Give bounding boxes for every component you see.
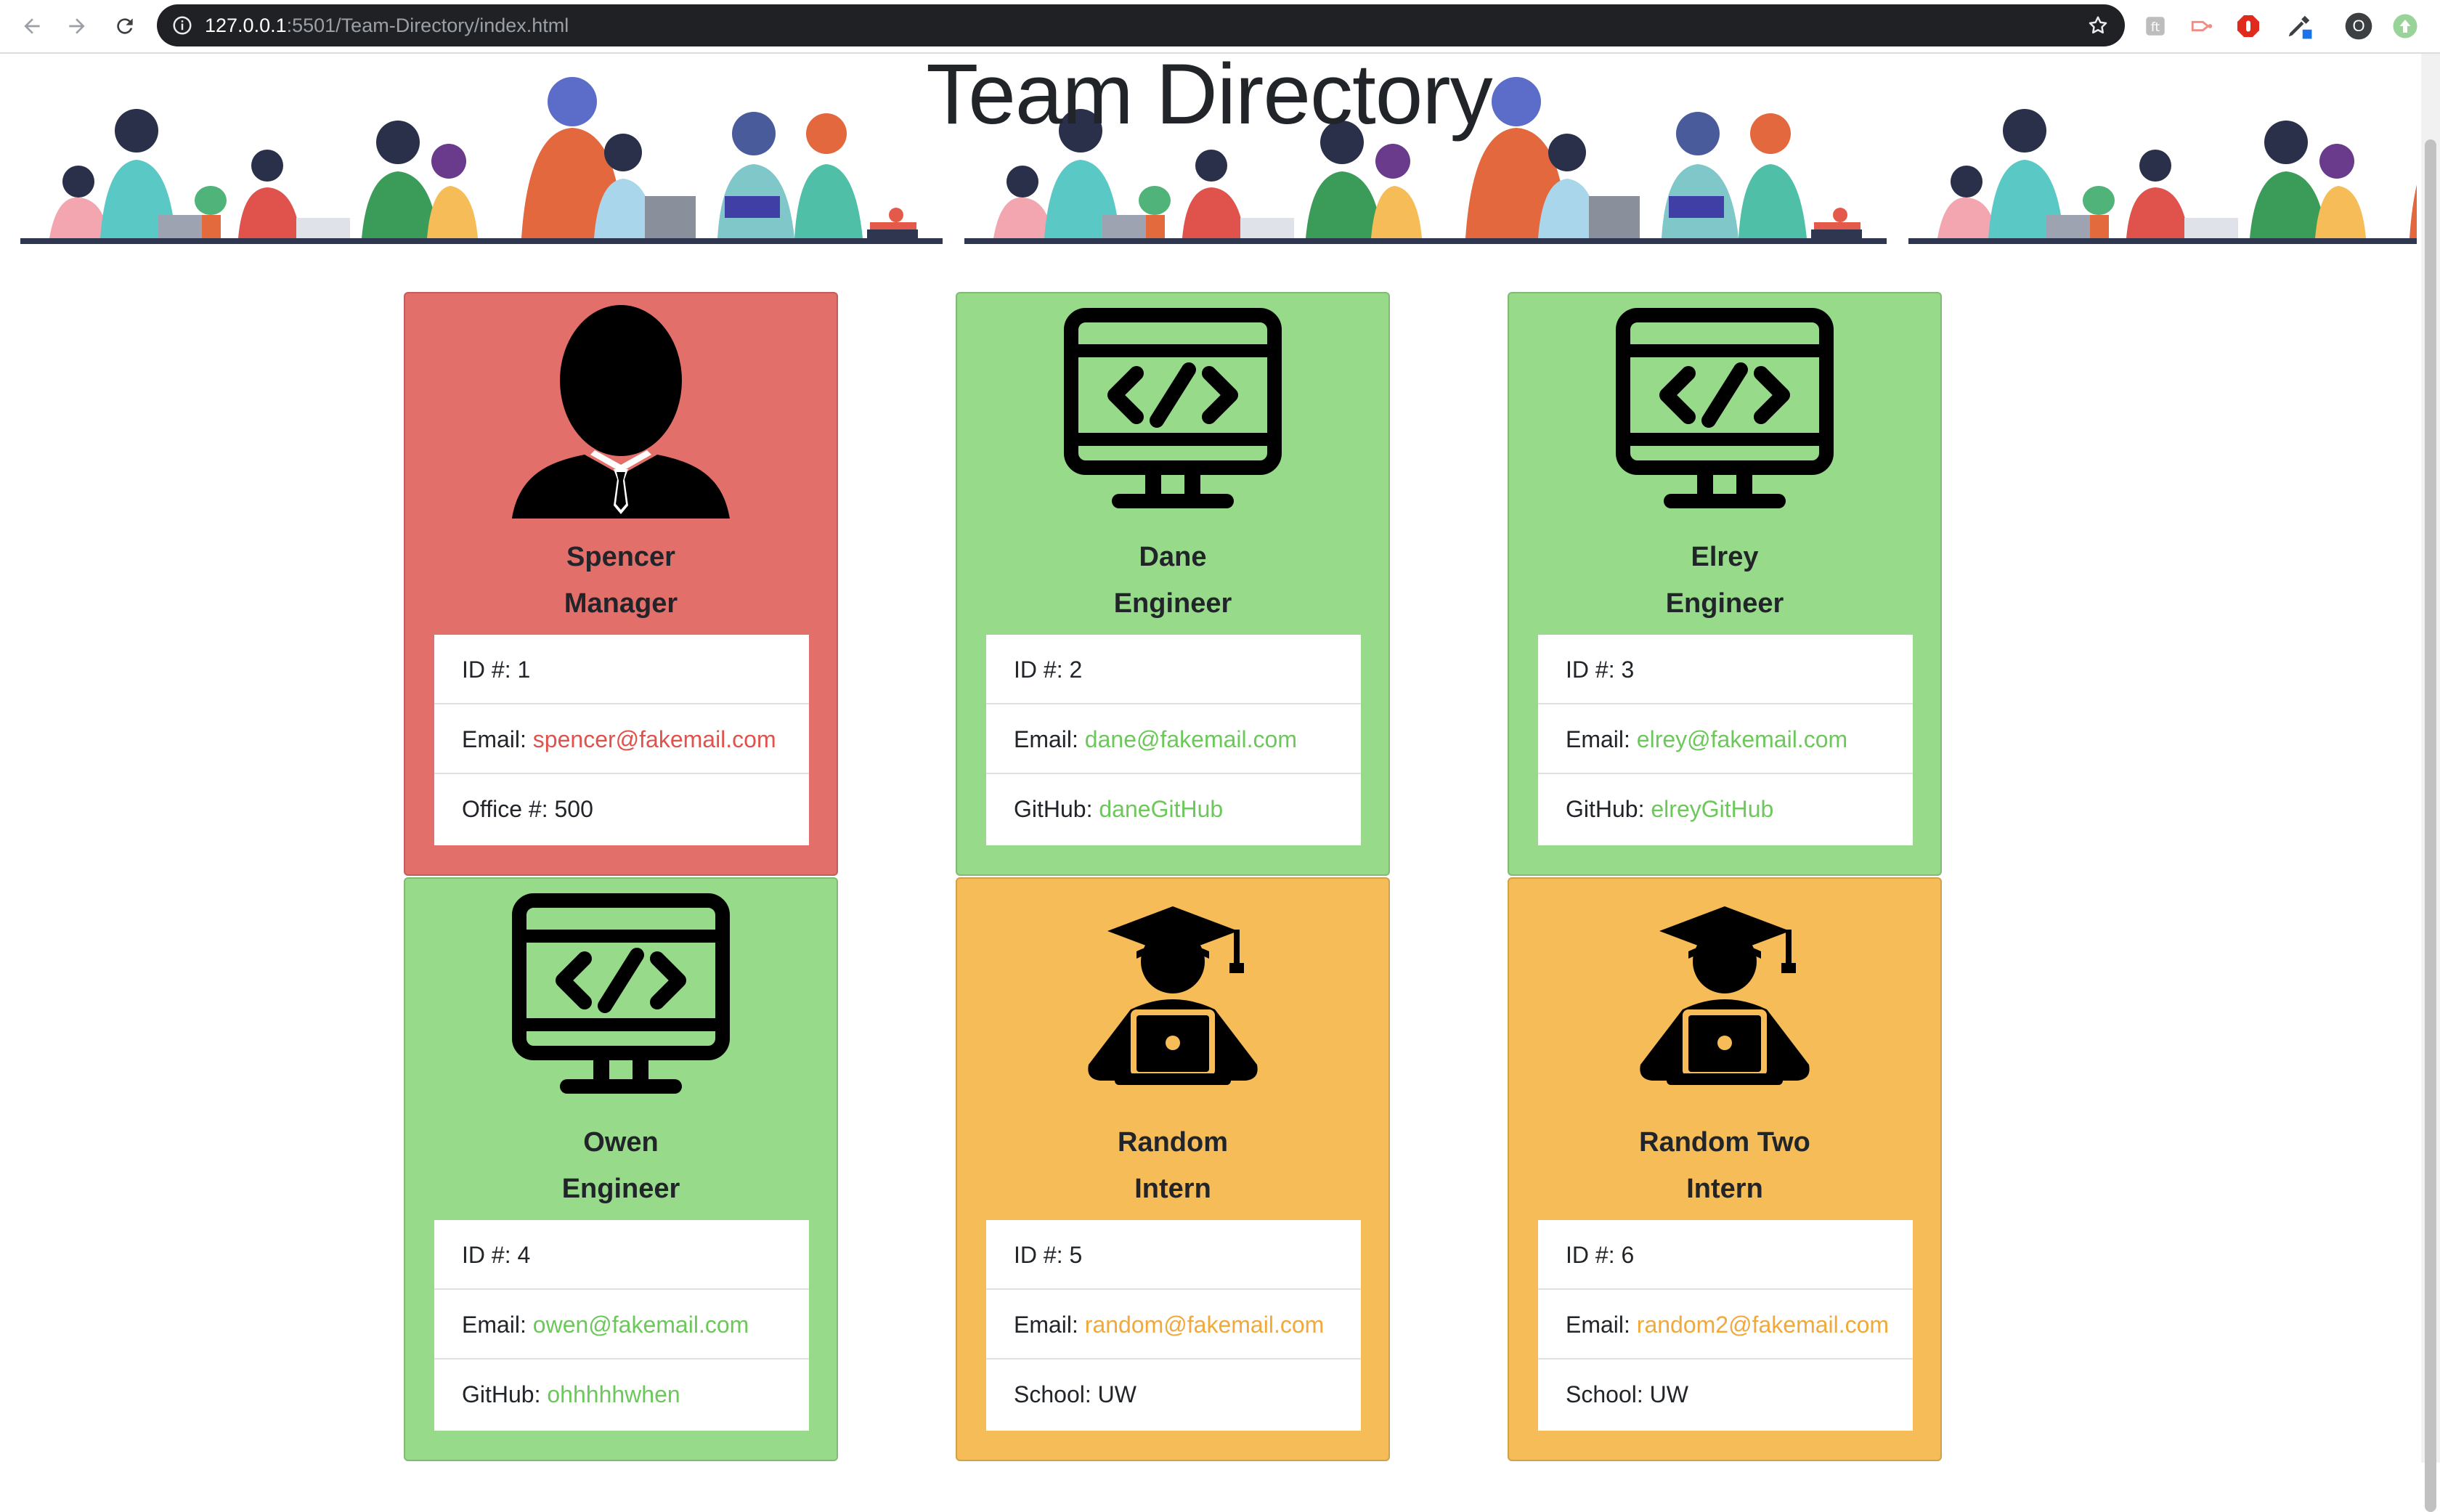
email-link[interactable]: owen@fakemail.com <box>533 1312 749 1338</box>
email-link[interactable]: random2@fakemail.com <box>1637 1312 1889 1338</box>
member-school: School: UW <box>1014 1381 1136 1407</box>
github-link[interactable]: daneGitHub <box>1099 796 1223 822</box>
team-card-engineer: Elrey Engineer ID #: 3 Email: elrey@fake… <box>1508 292 1942 876</box>
member-details: ID #: 6 Email: random2@fakemail.com Scho… <box>1538 1220 1913 1431</box>
url-path: :5501/Team-Directory/index.html <box>286 15 569 36</box>
graduate-laptop-icon <box>1509 879 1940 1111</box>
member-id: ID #: 5 <box>986 1220 1361 1290</box>
member-id: ID #: 2 <box>986 635 1361 704</box>
forward-icon[interactable] <box>60 9 94 44</box>
profile-initial: O <box>2352 17 2365 35</box>
address-bar[interactable]: 127.0.0.1:5501/Team-Directory/index.html <box>157 4 2125 46</box>
site-info-icon[interactable] <box>171 15 193 36</box>
email-link[interactable]: elrey@fakemail.com <box>1637 726 1847 752</box>
member-name: Random Two <box>1639 1127 1810 1158</box>
team-card-intern: Random Intern ID #: 5 Email: random@fake… <box>956 877 1390 1461</box>
team-card-manager: Spencer Manager ID #: 1 Email: spencer@f… <box>404 292 838 876</box>
member-details: ID #: 2 Email: dane@fakemail.com GitHub:… <box>986 635 1361 845</box>
member-details: ID #: 3 Email: elrey@fakemail.com GitHub… <box>1538 635 1913 845</box>
member-email: Email: owen@fakemail.com <box>434 1290 809 1359</box>
extension-icon[interactable] <box>2187 12 2216 41</box>
member-name: Random <box>1118 1127 1228 1158</box>
page-title: Team Directory <box>926 46 1492 142</box>
team-card-intern: Random Two Intern ID #: 6 Email: random2… <box>1508 877 1942 1461</box>
member-id: ID #: 6 <box>1538 1220 1913 1290</box>
member-school: School: UW <box>1566 1381 1688 1407</box>
team-card-engineer: Owen Engineer ID #: 4 Email: owen@fakema… <box>404 877 838 1461</box>
member-id: ID #: 3 <box>1538 635 1913 704</box>
reload-icon[interactable] <box>107 9 142 44</box>
extension-icon[interactable]: ft <box>2141 12 2170 41</box>
graduate-laptop-icon <box>957 879 1388 1111</box>
member-email: Email: dane@fakemail.com <box>986 704 1361 774</box>
update-icon[interactable] <box>2391 12 2420 41</box>
member-role: Intern <box>1686 1174 1763 1204</box>
member-name: Owen <box>583 1127 659 1158</box>
member-github: GitHub: elreyGitHub <box>1566 796 1774 822</box>
member-role: Engineer <box>561 1174 680 1204</box>
url-host: 127.0.0.1 <box>205 15 287 36</box>
member-email: Email: elrey@fakemail.com <box>1538 704 1913 774</box>
member-details: ID #: 1 Email: spencer@fakemail.com Offi… <box>434 635 809 845</box>
email-link[interactable]: dane@fakemail.com <box>1085 726 1297 752</box>
code-monitor-icon <box>957 293 1388 526</box>
github-link[interactable]: ohhhhhwhen <box>547 1381 680 1407</box>
member-github: GitHub: daneGitHub <box>1014 796 1224 822</box>
profile-avatar[interactable]: O <box>2344 12 2373 41</box>
manager-icon <box>405 293 837 526</box>
team-card-engineer: Dane Engineer ID #: 2 Email: dane@fakema… <box>956 292 1390 876</box>
member-role: Manager <box>564 588 678 619</box>
code-monitor-icon <box>405 879 837 1111</box>
member-name: Dane <box>1139 542 1207 572</box>
code-monitor-icon <box>1509 293 1940 526</box>
scrollbar-thumb[interactable] <box>2425 139 2436 1512</box>
member-id: ID #: 4 <box>434 1220 809 1290</box>
email-link[interactable]: random@fakemail.com <box>1085 1312 1324 1338</box>
member-email: Email: random2@fakemail.com <box>1538 1290 1913 1359</box>
member-name: Spencer <box>566 542 675 572</box>
svg-text:ft: ft <box>2151 20 2160 35</box>
member-office: Office #: 500 <box>462 796 593 822</box>
member-role: Engineer <box>1113 588 1232 619</box>
member-role: Intern <box>1134 1174 1211 1204</box>
github-link[interactable]: elreyGitHub <box>1651 796 1773 822</box>
back-icon[interactable] <box>15 9 49 44</box>
member-id: ID #: 1 <box>434 635 809 704</box>
member-role: Engineer <box>1665 588 1784 619</box>
member-name: Elrey <box>1691 542 1759 572</box>
member-details: ID #: 5 Email: random@fakemail.com Schoo… <box>986 1220 1361 1431</box>
email-link[interactable]: spencer@fakemail.com <box>533 726 776 752</box>
page-scrollbar[interactable] <box>2421 54 2440 1512</box>
member-details: ID #: 4 Email: owen@fakemail.com GitHub:… <box>434 1220 809 1431</box>
member-email: Email: spencer@fakemail.com <box>434 704 809 774</box>
member-github: GitHub: ohhhhhwhen <box>462 1381 680 1407</box>
adblock-icon[interactable] <box>2234 12 2263 41</box>
bookmark-star-icon[interactable] <box>2087 15 2109 36</box>
member-email: Email: random@fakemail.com <box>986 1290 1361 1359</box>
url-text[interactable]: 127.0.0.1:5501/Team-Directory/index.html <box>205 4 569 46</box>
eyedropper-icon[interactable] <box>2285 12 2314 41</box>
